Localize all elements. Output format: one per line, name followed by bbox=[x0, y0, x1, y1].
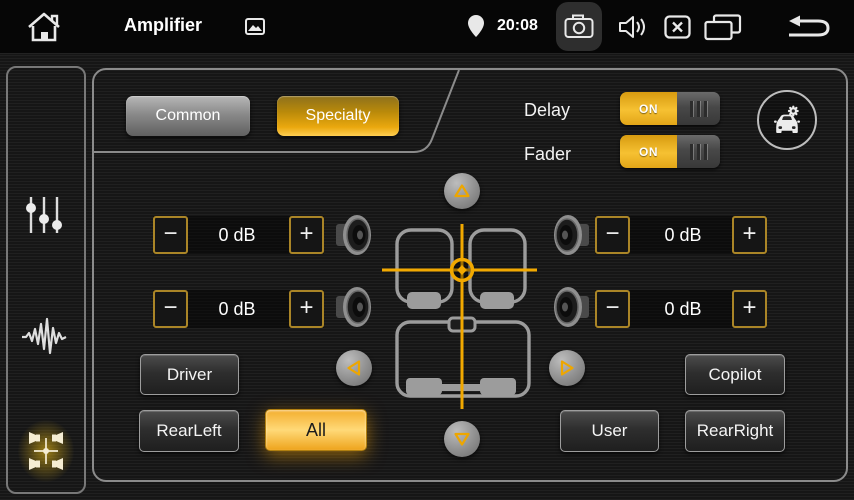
fader-toggle-on: ON bbox=[620, 135, 677, 168]
balance-fader-icon bbox=[26, 429, 66, 473]
move-right-button[interactable] bbox=[549, 350, 585, 386]
delay-toggle[interactable]: ON bbox=[620, 92, 720, 125]
rear-left-gain-value: 0 dB bbox=[189, 290, 285, 328]
fader-toggle-grip bbox=[677, 135, 720, 168]
delay-toggle-grip bbox=[677, 92, 720, 125]
sidebar-item-balance[interactable] bbox=[18, 420, 74, 482]
volume-icon[interactable] bbox=[618, 14, 650, 40]
zone-driver-button[interactable]: Driver bbox=[140, 354, 239, 395]
sidebar-item-effects[interactable] bbox=[18, 314, 70, 358]
front-left-speaker-icon bbox=[335, 212, 373, 258]
amplifier-screen: Amplifier 20:08 bbox=[0, 0, 854, 500]
page-title: Amplifier bbox=[124, 15, 202, 36]
camera-icon bbox=[564, 14, 594, 39]
front-right-gain-value: 0 dB bbox=[635, 216, 731, 254]
car-settings-button[interactable] bbox=[757, 90, 817, 150]
rear-right-gain-value: 0 dB bbox=[635, 290, 731, 328]
tab-common-label: Common bbox=[156, 107, 221, 125]
clock: 20:08 bbox=[497, 17, 538, 35]
tab-specialty[interactable]: Specialty bbox=[277, 96, 399, 136]
delay-toggle-on: ON bbox=[620, 92, 677, 125]
rear-left-minus-button[interactable]: − bbox=[153, 290, 188, 328]
rear-left-speaker-icon bbox=[335, 284, 373, 330]
move-left-button[interactable] bbox=[336, 350, 372, 386]
front-left-minus-button[interactable]: − bbox=[153, 216, 188, 254]
waveform-icon bbox=[21, 316, 67, 356]
zone-copilot-button[interactable]: Copilot bbox=[685, 354, 785, 395]
rear-left-plus-button[interactable]: + bbox=[289, 290, 324, 328]
car-settings-icon bbox=[769, 102, 805, 138]
tab-common[interactable]: Common bbox=[126, 96, 250, 136]
arrow-up-icon bbox=[453, 183, 471, 199]
arrow-left-icon bbox=[346, 359, 362, 377]
rear-right-minus-button[interactable]: − bbox=[595, 290, 630, 328]
front-right-minus-button[interactable]: − bbox=[595, 216, 630, 254]
sidebar bbox=[6, 66, 86, 494]
front-right-plus-button[interactable]: + bbox=[732, 216, 767, 254]
crosshair-target bbox=[452, 260, 473, 281]
fader-toggle[interactable]: ON bbox=[620, 135, 720, 168]
fader-label: Fader bbox=[524, 144, 571, 165]
tab-specialty-label: Specialty bbox=[306, 107, 371, 125]
zone-all-button[interactable]: All bbox=[265, 409, 367, 451]
back-icon[interactable] bbox=[786, 14, 832, 40]
front-left-gain-value: 0 dB bbox=[189, 216, 285, 254]
arrow-right-icon bbox=[559, 359, 575, 377]
camera-button[interactable] bbox=[556, 2, 602, 51]
arrow-down-icon bbox=[453, 431, 471, 447]
image-icon[interactable] bbox=[245, 18, 265, 35]
rear-right-speaker-icon bbox=[552, 284, 590, 330]
rear-right-plus-button[interactable]: + bbox=[732, 290, 767, 328]
amplifier-panel: Common Specialty Delay ON Fader ON bbox=[92, 68, 848, 482]
delay-label: Delay bbox=[524, 100, 570, 121]
zone-user-button[interactable]: User bbox=[560, 410, 659, 452]
home-icon[interactable] bbox=[26, 12, 62, 42]
move-down-button[interactable] bbox=[444, 421, 480, 457]
zone-rearright-button[interactable]: RearRight bbox=[685, 410, 785, 452]
equalizer-icon bbox=[26, 195, 62, 235]
front-left-plus-button[interactable]: + bbox=[289, 216, 324, 254]
close-box-icon[interactable] bbox=[664, 15, 691, 39]
zone-rearleft-button[interactable]: RearLeft bbox=[139, 410, 239, 452]
front-right-speaker-icon bbox=[552, 212, 590, 258]
sidebar-item-equalizer[interactable] bbox=[22, 192, 66, 238]
move-up-button[interactable] bbox=[444, 173, 480, 209]
recents-icon[interactable] bbox=[704, 14, 742, 41]
status-bar: Amplifier 20:08 bbox=[0, 0, 854, 54]
location-icon bbox=[468, 15, 484, 37]
